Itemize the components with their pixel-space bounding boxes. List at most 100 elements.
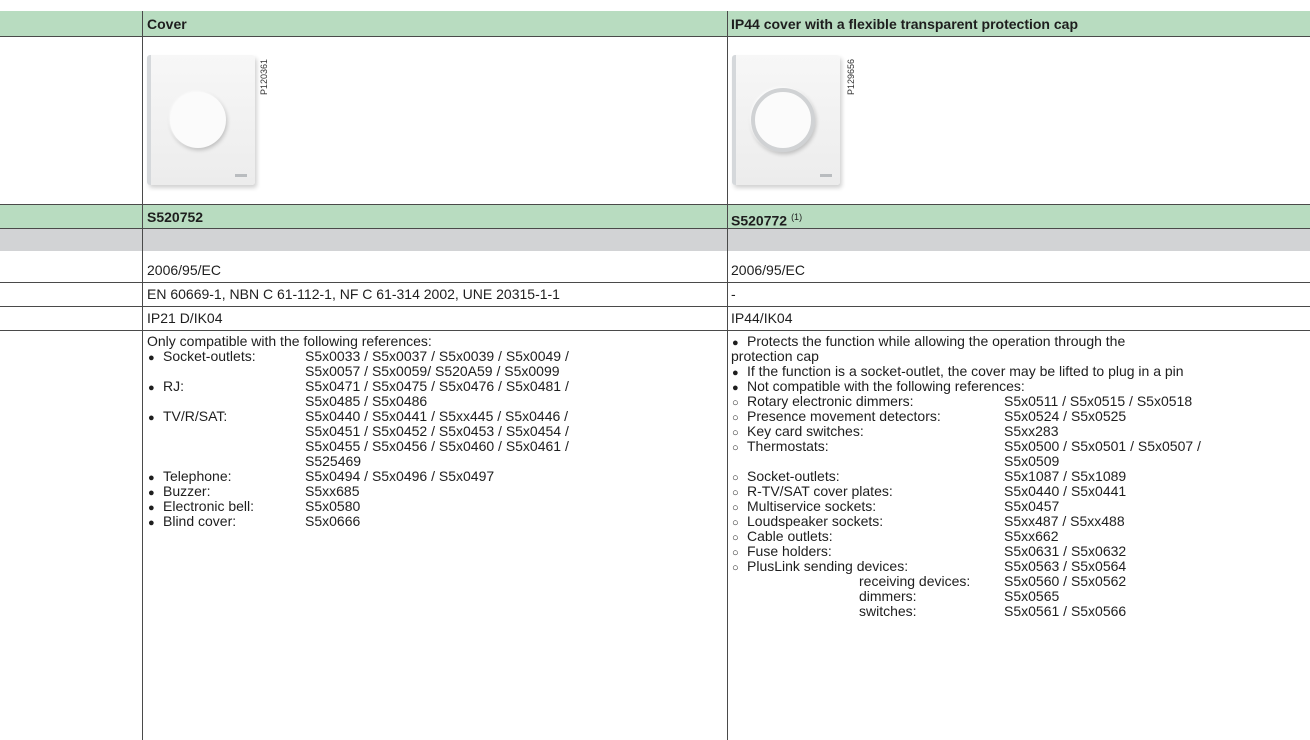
list-item: TV/R/SAT: S5x0440 / S5x0441 / S5xx445 / S… [147, 409, 722, 424]
compatibility-list: Socket-outlets: S5x0033 / S5x0037 / S5x00… [147, 349, 722, 529]
list-item: Presence movement detectors: S5x0524 / S5… [731, 409, 1309, 424]
cover-protection-rating: IP21 D/IK04 [147, 310, 223, 326]
header-band [0, 11, 1310, 36]
list-item-label: Loudspeaker sockets: [747, 513, 884, 529]
ip44-cover-product-image [732, 55, 840, 185]
cover-photo-reference: P120361 [259, 58, 269, 95]
list-item-label: dimmers: [859, 588, 917, 604]
list-item-value: S5x0631 / S5x0632 [1004, 543, 1127, 559]
column-divider [727, 11, 728, 740]
column-divider [142, 11, 143, 740]
list-item: S5x0485 / S5x0486 [147, 394, 722, 409]
list-item-label: switches: [859, 603, 917, 619]
rotary-knob [170, 92, 226, 148]
list-item: S5x0509 [731, 454, 1309, 469]
cover-reference: S520752 [147, 209, 204, 225]
list-item-label: R-TV/SAT cover plates: [747, 483, 893, 499]
list-item: Electronic bell: S5x0580 [147, 499, 722, 514]
list-item: dimmers: S5x0565 [731, 589, 1309, 604]
list-item-value: S5x0440 / S5x0441 / S5xx445 / S5x0446 / [305, 408, 569, 424]
list-item-label: Key card switches: [747, 423, 864, 439]
incompatibility-list: Protects the function while allowing the… [731, 334, 1309, 619]
list-item-value: S5x0494 / S5x0496 / S5x0497 [305, 468, 495, 484]
list-item-label: Thermostats: [747, 438, 829, 454]
list-item: Key card switches: S5xx283 [731, 424, 1309, 439]
bullet-icon [148, 514, 162, 531]
row-divider [0, 330, 1310, 331]
list-item: protection cap [731, 349, 1309, 364]
list-item-value: S5x0565 [1004, 588, 1060, 604]
cover-directive: 2006/95/EC [147, 262, 221, 278]
list-item: Fuse holders: S5x0631 / S5x0632 [731, 544, 1309, 559]
list-item-value: S5x0666 [305, 513, 361, 529]
list-item-value: S5x1087 / S5x1089 [1004, 468, 1127, 484]
list-item-label: Multiservice sockets: [747, 498, 877, 514]
list-item: Multiservice sockets: S5x0457 [731, 499, 1309, 514]
ip44-cover-directive: 2006/95/EC [731, 262, 805, 278]
section-band [0, 229, 1310, 251]
list-item-label: Telephone: [163, 468, 232, 484]
list-item-value: S5xx662 [1004, 528, 1059, 544]
ip44-cover-column-title: IP44 cover with a flexible transparent p… [731, 16, 1078, 32]
list-item: S5x0057 / S5x0059/ S520A59 / S5x0099 [147, 364, 722, 379]
list-item: switches: S5x0561 / S5x0566 [731, 604, 1309, 619]
row-divider [0, 36, 1310, 37]
list-item-label: Protects the function while allowing the… [747, 333, 1126, 349]
cover-column-title: Cover [147, 16, 187, 32]
list-item-label: receiving devices: [859, 573, 971, 589]
list-item: RJ: S5x0471 / S5x0475 / S5x0476 / S5x0481… [147, 379, 722, 394]
list-item-label: Socket-outlets: [163, 348, 256, 364]
list-item-value: S5x0451 / S5x0452 / S5x0453 / S5x0454 / [305, 423, 569, 439]
list-item-value: S525469 [305, 453, 362, 469]
cover-standards: EN 60669-1, NBN C 61-112-1, NF C 61-314 … [147, 286, 560, 302]
list-item-label: Cable outlets: [747, 528, 833, 544]
list-item-value: S5xx685 [305, 483, 360, 499]
list-item-value: S5x0440 / S5x0441 [1004, 483, 1127, 499]
brand-mark [820, 174, 832, 177]
list-item-label: Socket-outlets: [747, 468, 840, 484]
list-item: Not compatible with the following refere… [731, 379, 1309, 394]
list-item-value: S5x0457 [1004, 498, 1060, 514]
list-item-label: protection cap [731, 348, 819, 364]
list-item-label: TV/R/SAT: [163, 408, 228, 424]
list-item-value: S5xx283 [1004, 423, 1059, 439]
list-item: Rotary electronic dimmers: S5x0511 / S5x0… [731, 394, 1309, 409]
list-item: Loudspeaker sockets: S5xx487 / S5xx488 [731, 514, 1309, 529]
list-item-label: PlusLink sending devices: [747, 558, 909, 574]
footnote-marker: (1) [791, 212, 803, 222]
list-item-label: Not compatible with the following refere… [747, 378, 1025, 394]
list-item: S5x0451 / S5x0452 / S5x0453 / S5x0454 / [147, 424, 722, 439]
ip44-cover-standards: - [731, 286, 736, 302]
list-item: Protects the function while allowing the… [731, 334, 1309, 349]
list-item: S525469 [147, 454, 722, 469]
list-item-label: Blind cover: [163, 513, 237, 529]
brand-mark [235, 174, 247, 177]
ip44-cover-reference: S520772 [731, 212, 788, 229]
list-item-label: Presence movement detectors: [747, 408, 941, 424]
list-item-label: Electronic bell: [163, 498, 255, 514]
list-item-value: S5x0500 / S5x0501 / S5x0507 / [1004, 438, 1201, 454]
list-item: Buzzer: S5xx685 [147, 484, 722, 499]
ip44-cover-photo-reference: P129656 [846, 58, 856, 95]
list-item-value: S5xx487 / S5xx488 [1004, 513, 1125, 529]
list-item-value: S5x0511 / S5x0515 / S5x0518 [1004, 393, 1193, 409]
row-divider [0, 228, 1310, 229]
list-item-value: S5x0560 / S5x0562 [1004, 573, 1127, 589]
ip44-cover-reference-wrap: S520772 (1) [731, 209, 802, 230]
list-item-value: S5x0524 / S5x0525 [1004, 408, 1127, 424]
list-item-value: S5x0485 / S5x0486 [305, 393, 428, 409]
list-item-label: Buzzer: [163, 483, 211, 499]
row-divider [0, 282, 1310, 283]
list-item: Socket-outlets: S5x0033 / S5x0037 / S5x00… [147, 349, 722, 364]
row-divider [0, 204, 1310, 205]
list-item: If the function is a socket-outlet, the … [731, 364, 1309, 379]
list-item: Cable outlets: S5xx662 [731, 529, 1309, 544]
list-item: Thermostats: S5x0500 / S5x0501 / S5x0507 … [731, 439, 1309, 454]
list-item-value: S5x0033 / S5x0037 / S5x0039 / S5x0049 / [305, 348, 569, 364]
list-item: Blind cover: S5x0666 [147, 514, 722, 529]
list-item: R-TV/SAT cover plates: S5x0440 / S5x0441 [731, 484, 1309, 499]
list-item-label: RJ: [163, 378, 184, 394]
list-item: Telephone: S5x0494 / S5x0496 / S5x0497 [147, 469, 722, 484]
list-item-label: If the function is a socket-outlet, the … [747, 363, 1184, 379]
list-item-value: S5x0471 / S5x0475 / S5x0476 / S5x0481 / [305, 378, 569, 394]
